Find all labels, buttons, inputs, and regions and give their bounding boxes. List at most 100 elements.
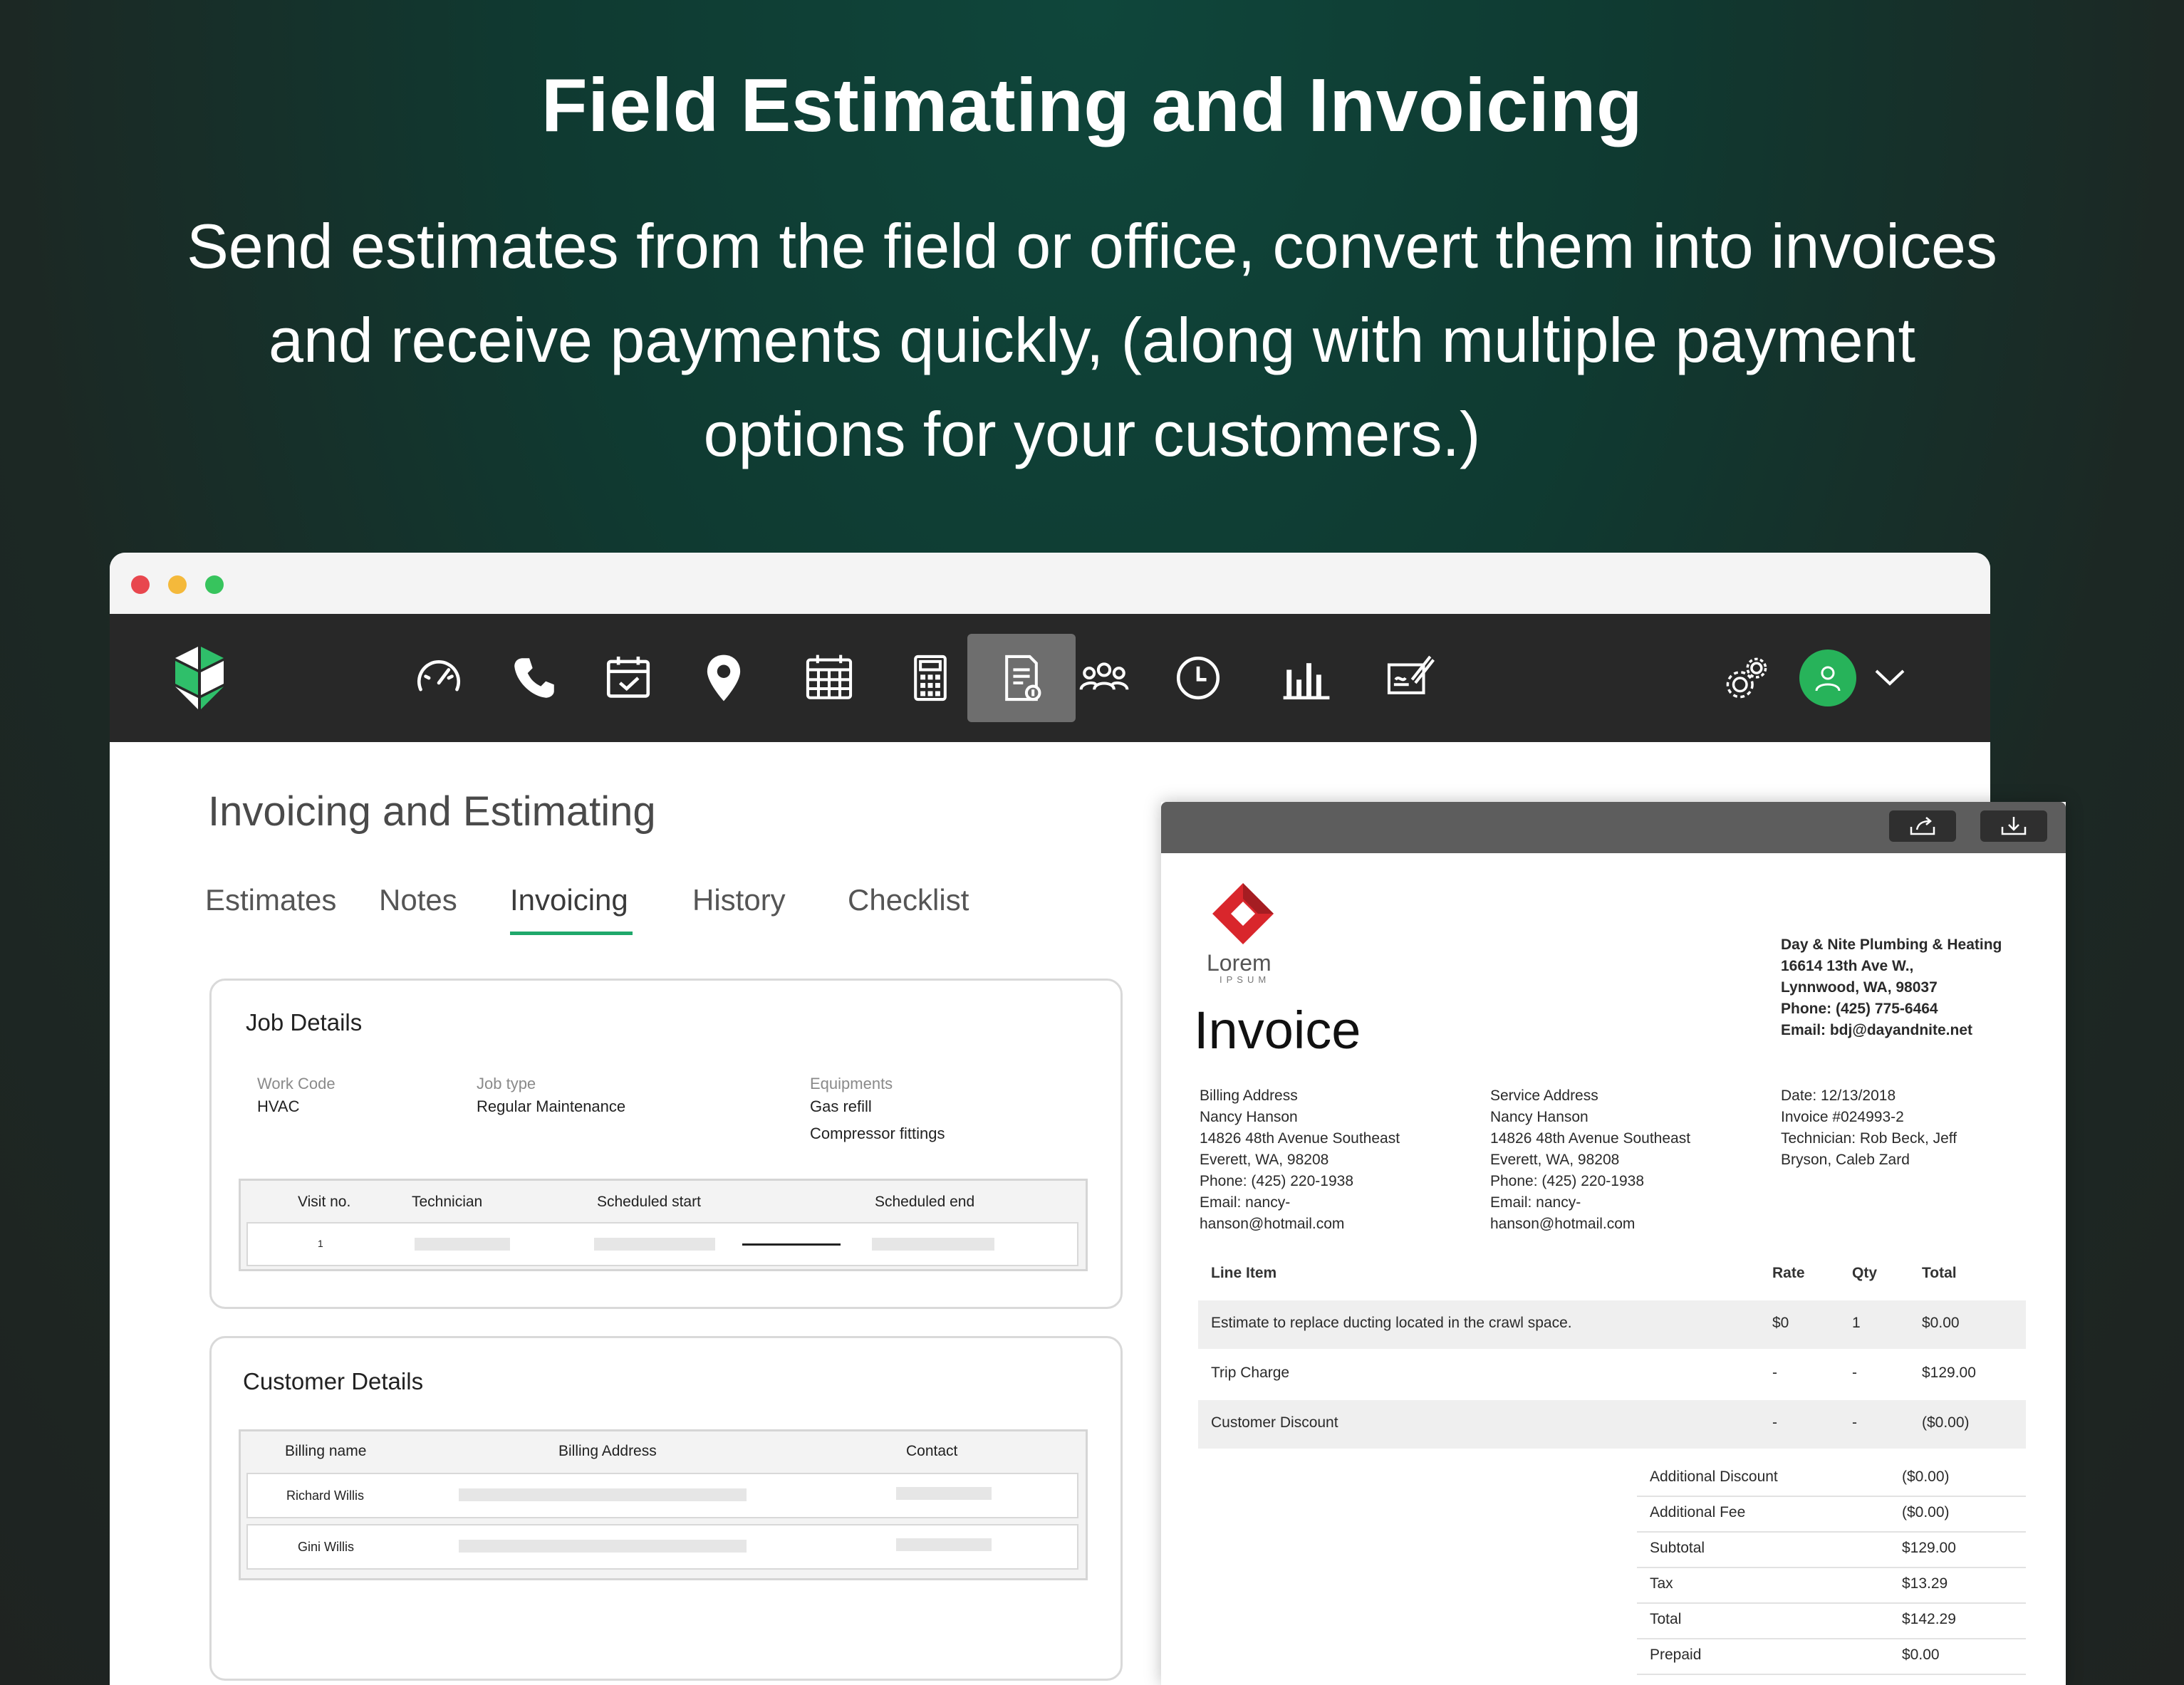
- line-item-row: Trip Charge - - $129.00: [1198, 1350, 2026, 1399]
- job-details-card: Job Details Work Code HVAC Job type Regu…: [209, 979, 1123, 1309]
- window-minimize-button[interactable]: [168, 575, 187, 594]
- reports-icon[interactable]: [1262, 634, 1351, 722]
- share-icon: [1910, 817, 1935, 835]
- col-visit-no: Visit no.: [298, 1194, 351, 1210]
- totals-value: ($0.00): [1902, 1504, 1950, 1520]
- line-item-total: $0.00: [1922, 1315, 1960, 1331]
- line-item-qty: -: [1852, 1414, 1857, 1431]
- billing-name-cell: Gini Willis: [298, 1540, 354, 1554]
- window-maximize-button[interactable]: [205, 575, 224, 594]
- schedule-grid-icon[interactable]: [785, 634, 873, 722]
- job-type-value: Regular Maintenance: [477, 1097, 626, 1115]
- totals-label: Subtotal: [1650, 1540, 1705, 1556]
- col-contact: Contact: [906, 1443, 958, 1459]
- service-address: Service Address Nancy Hanson 14826 48th …: [1490, 1087, 1691, 1232]
- download-button[interactable]: [1980, 810, 2047, 842]
- totals-row: Subtotal $129.00: [1637, 1531, 2026, 1568]
- work-code-value: HVAC: [257, 1097, 300, 1115]
- invoice-preview: Lorem IPSUM Invoice Day & Nite Plumbing …: [1161, 802, 2066, 1685]
- totals-row: Prepaid $0.00: [1637, 1638, 2026, 1675]
- line-item-qty: -: [1852, 1365, 1857, 1381]
- subheadline-line: and receive payments quickly, (along wit…: [269, 305, 1915, 375]
- work-code-label: Work Code: [257, 1075, 336, 1092]
- totals-value: $129.00: [1902, 1540, 1956, 1556]
- contract-sign-icon[interactable]: [1366, 634, 1455, 722]
- location-pin-icon[interactable]: [680, 634, 768, 722]
- tab-estimates[interactable]: Estimates: [205, 883, 336, 917]
- totals-label: Prepaid: [1650, 1647, 1702, 1663]
- billing-address-placeholder: [459, 1488, 747, 1501]
- team-icon[interactable]: [1060, 634, 1148, 722]
- line-item-qty: 1: [1852, 1315, 1861, 1331]
- line-item-total: ($0.00): [1922, 1414, 1970, 1431]
- calendar-check-icon[interactable]: [584, 634, 672, 722]
- billing-address-placeholder: [459, 1540, 747, 1553]
- calculator-icon[interactable]: [886, 634, 974, 722]
- totals-label: Total: [1650, 1611, 1682, 1627]
- customer-details-title: Customer Details: [243, 1368, 424, 1394]
- totals-value: ($0.00): [1902, 1468, 1950, 1485]
- company-logo-name: Lorem: [1207, 950, 1272, 976]
- window-close-button[interactable]: [131, 575, 150, 594]
- equipment-item: Compressor fittings: [810, 1125, 945, 1142]
- share-button[interactable]: [1889, 810, 1956, 842]
- totals-value: $142.29: [1902, 1611, 1956, 1627]
- invoice-title: Invoice: [1194, 1001, 1361, 1060]
- col-total: Total: [1922, 1265, 1957, 1281]
- contact-placeholder: [896, 1538, 992, 1551]
- totals-value: $0.00: [1902, 1647, 1940, 1663]
- company-address: Day & Nite Plumbing & Heating 16614 13th…: [1781, 937, 2002, 1038]
- tab-checklist[interactable]: Checklist: [848, 883, 969, 917]
- subheadline-line: options for your customers.): [703, 399, 1481, 469]
- line-item-rate: -: [1772, 1414, 1777, 1431]
- line-item-row: Estimate to replace ducting located in t…: [1198, 1300, 2026, 1349]
- col-technician: Technician: [412, 1194, 483, 1210]
- line-item-row: Customer Discount - - ($0.00): [1198, 1400, 2026, 1449]
- col-scheduled-end: Scheduled end: [875, 1194, 975, 1210]
- col-scheduled-start: Scheduled start: [597, 1194, 701, 1210]
- visits-table: Visit no. Technician Scheduled start Sch…: [239, 1179, 1088, 1271]
- totals-label: Additional Discount: [1650, 1468, 1778, 1485]
- line-item-rate: -: [1772, 1365, 1777, 1381]
- table-row[interactable]: Gini Willis: [246, 1524, 1078, 1570]
- totals-row: Tax $13.29: [1637, 1567, 2026, 1604]
- company-logo-icon: [1211, 882, 1275, 949]
- dashboard-icon[interactable]: [395, 634, 483, 722]
- equipments-label: Equipments: [810, 1075, 893, 1092]
- col-qty: Qty: [1852, 1265, 1878, 1281]
- invoice-toolbar: [1161, 802, 2066, 853]
- clock-icon[interactable]: [1154, 634, 1242, 722]
- company-logo-subtitle: IPSUM: [1220, 974, 1271, 985]
- subheadline-line: Send estimates from the field or office,…: [187, 211, 1997, 281]
- equipment-item: Gas refill: [810, 1097, 872, 1115]
- totals-row: Additional Discount ($0.00): [1637, 1460, 2026, 1497]
- totals-row: Additional Fee ($0.00): [1637, 1496, 2026, 1533]
- job-details-title: Job Details: [246, 1009, 363, 1035]
- line-item-total: $129.00: [1922, 1365, 1976, 1381]
- tab-notes[interactable]: Notes: [379, 883, 457, 917]
- totals-value: $13.29: [1902, 1575, 1948, 1592]
- app-logo-icon[interactable]: [165, 644, 234, 716]
- divider-line: [742, 1243, 841, 1246]
- scheduled-start-placeholder: [594, 1238, 715, 1251]
- totals-row: Total $142.29: [1637, 1602, 2026, 1639]
- active-tab-indicator: [510, 932, 633, 935]
- job-type-label: Job type: [477, 1075, 536, 1092]
- settings-gears-icon[interactable]: [1702, 634, 1791, 722]
- tab-history[interactable]: History: [692, 883, 786, 917]
- contact-placeholder: [896, 1487, 992, 1500]
- top-navbar: [110, 614, 1990, 742]
- subheadline: Send estimates from the field or office,…: [107, 199, 2077, 481]
- table-row[interactable]: Richard Willis: [246, 1473, 1078, 1518]
- table-row[interactable]: 1: [246, 1222, 1078, 1266]
- tab-invoicing[interactable]: Invoicing: [510, 883, 628, 917]
- chevron-down-icon[interactable]: [1872, 664, 1908, 696]
- user-avatar[interactable]: [1799, 650, 1856, 706]
- download-icon: [2001, 817, 2027, 835]
- headline: Field Estimating and Invoicing: [541, 63, 1643, 147]
- line-item-name: Estimate to replace ducting located in t…: [1211, 1315, 1572, 1331]
- line-item-name: Customer Discount: [1211, 1414, 1338, 1431]
- totals-label: Tax: [1650, 1575, 1673, 1592]
- phone-icon[interactable]: [490, 634, 578, 722]
- billing-address: Billing Address Nancy Hanson 14826 48th …: [1200, 1087, 1400, 1232]
